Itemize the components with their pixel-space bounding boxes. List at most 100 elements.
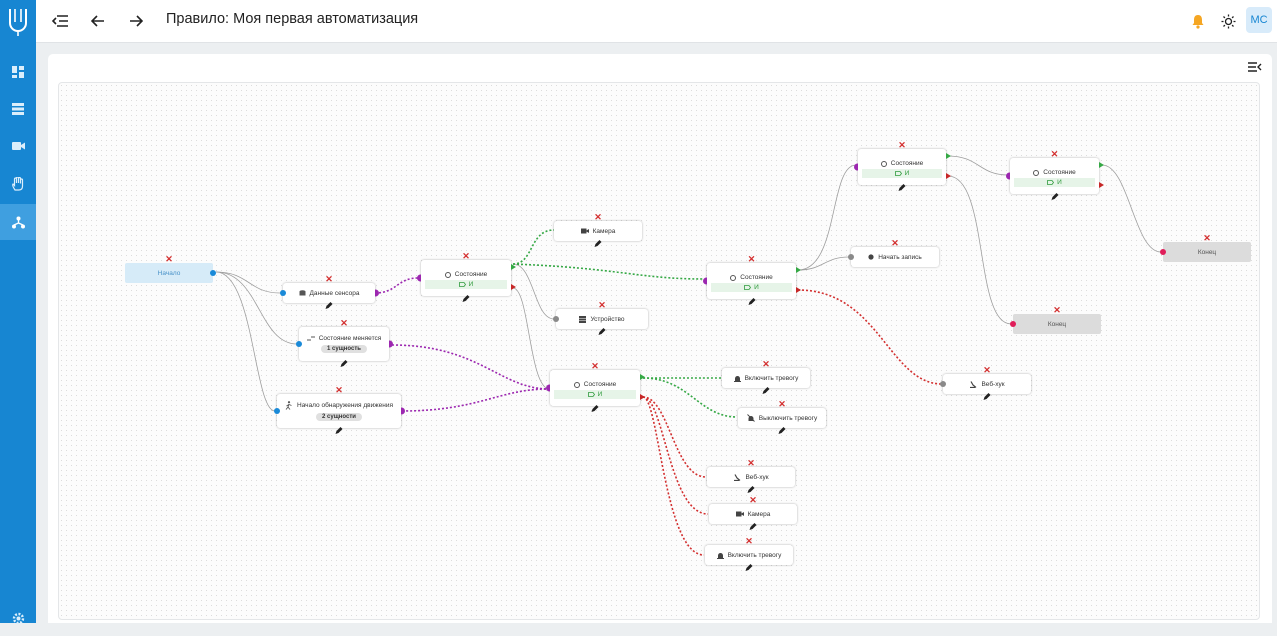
delete-icon[interactable]: ✕ bbox=[594, 213, 602, 222]
input-handle[interactable] bbox=[274, 408, 280, 414]
nav-dashboard[interactable] bbox=[0, 54, 36, 90]
delete-icon[interactable]: ✕ bbox=[898, 141, 906, 150]
true-output-handle[interactable] bbox=[511, 264, 516, 270]
edit-icon[interactable] bbox=[594, 239, 603, 248]
false-output-handle[interactable] bbox=[1099, 182, 1104, 188]
delete-icon[interactable]: ✕ bbox=[749, 496, 757, 505]
edit-icon[interactable] bbox=[325, 301, 334, 310]
input-handle[interactable] bbox=[546, 384, 550, 392]
edit-icon[interactable] bbox=[745, 563, 754, 572]
condition-node[interactable]: ✕ Состояние И bbox=[854, 141, 951, 191]
delete-icon[interactable]: ✕ bbox=[591, 362, 599, 371]
tag-icon bbox=[458, 282, 466, 287]
delete-icon[interactable]: ✕ bbox=[1051, 150, 1059, 159]
edit-icon[interactable] bbox=[749, 522, 758, 531]
action-webhook-node[interactable]: ✕ Веб-хук bbox=[707, 459, 795, 493]
true-output-handle[interactable] bbox=[640, 374, 645, 380]
nav-cameras[interactable] bbox=[0, 128, 36, 164]
input-handle[interactable] bbox=[1010, 321, 1016, 327]
delete-icon[interactable]: ✕ bbox=[1053, 306, 1061, 315]
nav-settings[interactable] bbox=[0, 600, 36, 636]
delete-icon[interactable]: ✕ bbox=[745, 537, 753, 546]
action-start-recording-node[interactable]: ✕ Начать запись bbox=[848, 239, 939, 267]
delete-icon[interactable]: ✕ bbox=[748, 255, 756, 264]
edit-icon[interactable] bbox=[335, 426, 344, 435]
condition-node[interactable]: ✕ Состояние И bbox=[417, 252, 516, 302]
trigger-state-changes-node[interactable]: ✕ Состояние меняется 1 сущность bbox=[296, 319, 393, 367]
nav-sensors[interactable] bbox=[0, 91, 36, 127]
false-output-handle[interactable] bbox=[796, 287, 801, 293]
user-avatar[interactable]: MC bbox=[1246, 7, 1272, 33]
false-output-handle[interactable] bbox=[511, 284, 516, 290]
edit-icon[interactable] bbox=[747, 297, 756, 306]
delete-icon[interactable]: ✕ bbox=[1203, 234, 1211, 243]
tag-icon bbox=[1047, 180, 1055, 185]
edit-icon[interactable] bbox=[591, 404, 600, 413]
back-button[interactable] bbox=[86, 9, 110, 33]
edit-icon[interactable] bbox=[1050, 192, 1059, 201]
true-output-handle[interactable] bbox=[1099, 162, 1104, 168]
edit-icon[interactable] bbox=[778, 426, 787, 435]
notifications-button[interactable] bbox=[1186, 9, 1210, 33]
true-output-handle[interactable] bbox=[796, 267, 801, 273]
condition-operator: И bbox=[711, 283, 792, 292]
action-alarm-on-node[interactable]: ✕ Включить тревогу bbox=[705, 537, 793, 571]
input-handle[interactable] bbox=[848, 254, 854, 260]
action-camera-node[interactable]: ✕ Камера bbox=[709, 496, 797, 530]
false-output-handle[interactable] bbox=[640, 394, 645, 400]
action-alarm-off-node[interactable]: ✕ Выключить тревогу bbox=[738, 400, 826, 434]
action-device-node[interactable]: ✕ Устройство bbox=[553, 301, 648, 335]
nav-access[interactable] bbox=[0, 166, 36, 202]
edit-icon[interactable] bbox=[983, 392, 992, 401]
delete-icon[interactable]: ✕ bbox=[762, 360, 770, 369]
collapse-sidebar-button[interactable] bbox=[48, 9, 72, 33]
delete-icon[interactable]: ✕ bbox=[891, 239, 899, 248]
nav-automation[interactable] bbox=[0, 204, 36, 240]
delete-icon[interactable]: ✕ bbox=[165, 255, 173, 264]
delete-icon[interactable]: ✕ bbox=[325, 275, 333, 284]
delete-icon[interactable]: ✕ bbox=[462, 252, 470, 261]
edit-icon[interactable] bbox=[340, 359, 349, 368]
edit-icon[interactable] bbox=[762, 386, 771, 395]
edit-icon[interactable] bbox=[898, 183, 907, 192]
delete-icon[interactable]: ✕ bbox=[983, 366, 991, 375]
action-camera-node[interactable]: ✕ Камера bbox=[554, 213, 642, 247]
condition-node[interactable]: ✕ Состояние И bbox=[703, 255, 801, 305]
theme-toggle-button[interactable] bbox=[1216, 9, 1240, 33]
delete-icon[interactable]: ✕ bbox=[598, 301, 606, 310]
delete-icon[interactable]: ✕ bbox=[778, 400, 786, 409]
delete-icon[interactable]: ✕ bbox=[335, 386, 343, 395]
edit-icon[interactable] bbox=[598, 327, 607, 336]
input-handle[interactable] bbox=[280, 290, 286, 296]
input-handle[interactable] bbox=[417, 274, 421, 282]
trigger-sensor-data-node[interactable]: ✕ Данные сенсора bbox=[280, 275, 379, 309]
input-handle[interactable] bbox=[940, 381, 946, 387]
app-logo[interactable] bbox=[0, 0, 36, 44]
input-handle[interactable] bbox=[1006, 172, 1010, 180]
input-handle[interactable] bbox=[703, 277, 707, 285]
action-webhook-node[interactable]: ✕ Веб-хук bbox=[940, 366, 1031, 400]
condition-node[interactable]: ✕ Состояние И bbox=[1006, 150, 1104, 200]
trigger-motion-start-node[interactable]: ✕ Начало обнаружения движения 2 сущности bbox=[274, 386, 405, 434]
condition-node[interactable]: ✕ Состояние И bbox=[546, 362, 645, 412]
flow-canvas[interactable]: ✕ Начало ✕ Данные сенсора ✕ Состояние ме… bbox=[58, 82, 1260, 620]
end-node[interactable]: ✕ Конец bbox=[1010, 306, 1101, 334]
action-alarm-on-node[interactable]: ✕ Включить тревогу bbox=[722, 360, 810, 394]
input-handle[interactable] bbox=[553, 316, 559, 322]
input-handle[interactable] bbox=[854, 163, 858, 171]
output-handle[interactable] bbox=[210, 270, 216, 276]
automation-icon bbox=[11, 216, 25, 228]
input-handle[interactable] bbox=[296, 341, 302, 347]
start-node[interactable]: ✕ Начало bbox=[125, 255, 216, 283]
edit-icon[interactable] bbox=[462, 294, 471, 303]
delete-icon[interactable]: ✕ bbox=[340, 319, 348, 328]
true-output-handle[interactable] bbox=[946, 153, 951, 159]
edit-icon[interactable] bbox=[747, 485, 756, 494]
forward-button[interactable] bbox=[124, 9, 148, 33]
delete-icon[interactable]: ✕ bbox=[747, 459, 755, 468]
tag-icon bbox=[894, 171, 902, 176]
false-output-handle[interactable] bbox=[946, 173, 951, 179]
panel-toggle-button[interactable] bbox=[1246, 58, 1264, 76]
input-handle[interactable] bbox=[1160, 249, 1166, 255]
end-node[interactable]: ✕ Конец bbox=[1160, 234, 1251, 262]
